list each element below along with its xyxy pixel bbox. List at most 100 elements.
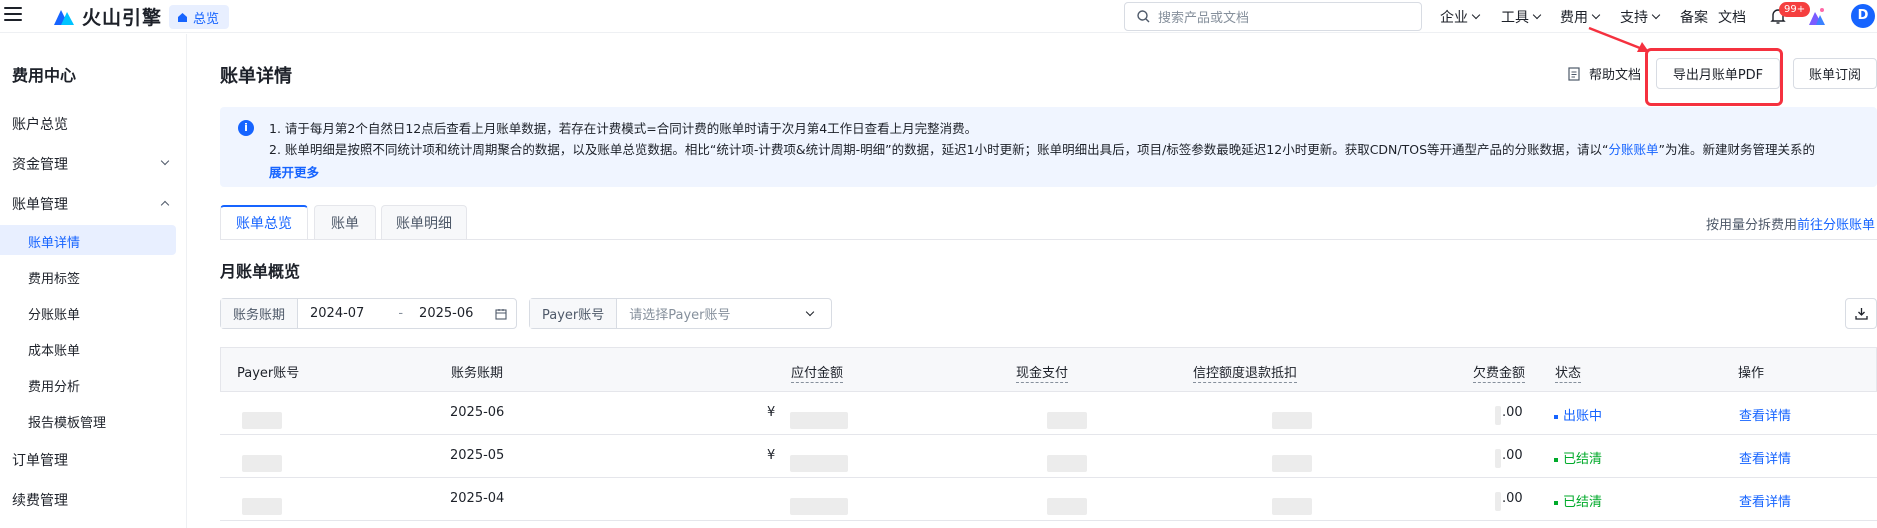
view-details-link[interactable]: 查看详情 [1739, 405, 1791, 424]
split-note: 按用量分拆费用前往分账账单 [1706, 214, 1875, 233]
chevron-down-icon [805, 307, 814, 316]
col-cash: 现金支付 [1016, 362, 1069, 383]
download-button[interactable] [1845, 298, 1877, 329]
overview-tag-label: 总览 [193, 11, 220, 27]
tab-bill-details[interactable]: 账单明细 [381, 205, 467, 239]
nav-enterprise[interactable]: 企业 [1440, 0, 1481, 33]
redacted-payer [242, 455, 282, 472]
redacted-credit [1272, 412, 1312, 429]
period-filter[interactable]: 账务账期 2024-07 - 2025-06 [220, 298, 517, 329]
status-badge: 出账中 [1554, 405, 1602, 424]
sidebar-item-cost-tags[interactable]: 费用标签 [28, 268, 80, 287]
redacted-debt [1495, 492, 1501, 511]
calendar-icon[interactable] [495, 308, 507, 320]
sidebar-item-account-overview[interactable]: 账户总览 [12, 114, 172, 134]
row-debt-tail: .00 [1502, 491, 1523, 506]
redacted-payer [242, 498, 282, 515]
col-debt: 欠费金额 [1473, 362, 1526, 383]
notice-line-2: 2. 账单明细是按照不同统计项和统计周期聚合的数据，以及账单总览数据。相比“统计… [269, 139, 1815, 158]
tab-bill-overview[interactable]: 账单总览 [220, 205, 308, 239]
row-period: 2025-05 [450, 448, 505, 463]
row-currency: ¥ [767, 405, 776, 420]
status-dot-icon [1554, 500, 1558, 505]
status-text: 已结清 [1563, 452, 1603, 467]
row-debt-tail: .00 [1502, 448, 1523, 463]
sidebar-item-bill-details[interactable]: 账单详情 [28, 232, 80, 251]
home-icon [178, 12, 187, 22]
view-details-link[interactable]: 查看详情 [1739, 491, 1791, 510]
sidebar-item-cost-analysis[interactable]: 费用分析 [28, 376, 80, 395]
info-icon: i [238, 120, 254, 136]
volcano-logo-icon [54, 10, 74, 25]
notification-badge: 99+ [1779, 2, 1811, 17]
status-badge: 已结清 [1554, 491, 1602, 510]
tab-bills[interactable]: 账单 [314, 205, 376, 239]
sidebar-item-label: 续费管理 [12, 493, 68, 509]
payer-filter-label: Payer账号 [530, 299, 618, 328]
section-title: 月账单概览 [220, 262, 301, 281]
notice-line-2-suffix: ”为准。新建财务管理关系的 [1658, 142, 1815, 157]
overview-tag[interactable]: 总览 [169, 5, 230, 29]
page-title: 账单详情 [220, 66, 292, 87]
redacted-payer [242, 412, 282, 429]
sidebar-title: 费用中心 [12, 66, 77, 85]
split-note-text: 按用量分拆费用 [1706, 218, 1798, 233]
col-period: 账务账期 [451, 366, 504, 381]
status-text: 出账中 [1563, 409, 1603, 424]
sidebar-item-funds[interactable]: 资金管理 [12, 154, 172, 174]
notice-line-2-text: 2. 账单明细是按照不同统计项和统计周期聚合的数据，以及账单总览数据。相比“统计… [269, 142, 1609, 157]
col-credit-refund: 信控额度退款抵扣 [1193, 362, 1298, 383]
expand-more-link[interactable]: 展开更多 [269, 162, 319, 181]
arrow-annotation-icon [1588, 26, 1649, 52]
table-row: 2025-04 .00 已结清 查看详情 [220, 478, 1877, 521]
status-dot-icon [1554, 457, 1558, 462]
redacted-cash [1047, 412, 1087, 429]
logo[interactable]: 火山引擎 [52, 4, 162, 29]
payer-filter[interactable]: Payer账号 请选择Payer账号 [529, 298, 832, 329]
sidebar-item-report-templates[interactable]: 报告模板管理 [28, 412, 106, 431]
menu-icon[interactable] [4, 7, 22, 21]
nav-filing[interactable]: 备案 [1680, 0, 1708, 33]
row-currency: ¥ [767, 448, 776, 463]
col-action: 操作 [1738, 366, 1765, 381]
nav-tools[interactable]: 工具 [1501, 0, 1542, 33]
sidebar-item-cost-bills[interactable]: 成本账单 [28, 340, 80, 359]
redacted-credit [1272, 498, 1312, 515]
chevron-down-icon [160, 156, 170, 166]
sidebar-item-orders[interactable]: 订单管理 [12, 450, 172, 470]
search-input[interactable]: 搜索产品或文档 [1124, 2, 1422, 31]
ai-assistant-icon[interactable] [1808, 6, 1826, 26]
goto-split-bill-link[interactable]: 前往分账账单 [1797, 218, 1875, 233]
status-text: 已结清 [1563, 495, 1603, 510]
period-separator: - [398, 306, 404, 321]
period-end[interactable]: 2025-06 [419, 306, 473, 321]
status-dot-icon [1554, 414, 1558, 419]
period-start[interactable]: 2024-07 [310, 306, 364, 321]
chevron-down-icon [1532, 10, 1542, 19]
avatar[interactable]: D [1851, 4, 1875, 28]
payer-select-placeholder[interactable]: 请选择Payer账号 [629, 304, 730, 323]
chevron-down-icon [1651, 10, 1661, 19]
view-details-link[interactable]: 查看详情 [1739, 448, 1791, 467]
sidebar-item-renewals[interactable]: 续费管理 [12, 490, 172, 510]
row-debt-tail: .00 [1502, 405, 1523, 420]
sidebar-item-bills[interactable]: 账单管理 [12, 194, 172, 214]
status-badge: 已结清 [1554, 448, 1602, 467]
redacted-debt [1495, 406, 1501, 425]
sidebar-item-label: 订单管理 [12, 453, 68, 469]
chevron-up-icon [160, 200, 170, 210]
help-doc-label: 帮助文档 [1589, 68, 1642, 83]
help-doc-link[interactable]: 帮助文档 [1567, 64, 1641, 83]
redacted-cash [1047, 455, 1087, 472]
sidebar-item-split-bills[interactable]: 分账账单 [28, 304, 80, 323]
nav-docs[interactable]: 文档 [1718, 0, 1746, 33]
subscribe-button[interactable]: 账单订阅 [1793, 58, 1877, 89]
col-payer: Payer账号 [237, 366, 300, 381]
redacted-payable [790, 455, 848, 472]
sidebar-active-highlight [0, 225, 176, 255]
nav-tools-label: 工具 [1501, 9, 1529, 26]
redacted-credit [1272, 455, 1312, 472]
split-bill-link[interactable]: 分账账单 [1609, 142, 1659, 157]
nav-enterprise-label: 企业 [1440, 9, 1468, 26]
tab-divider [220, 239, 1877, 240]
